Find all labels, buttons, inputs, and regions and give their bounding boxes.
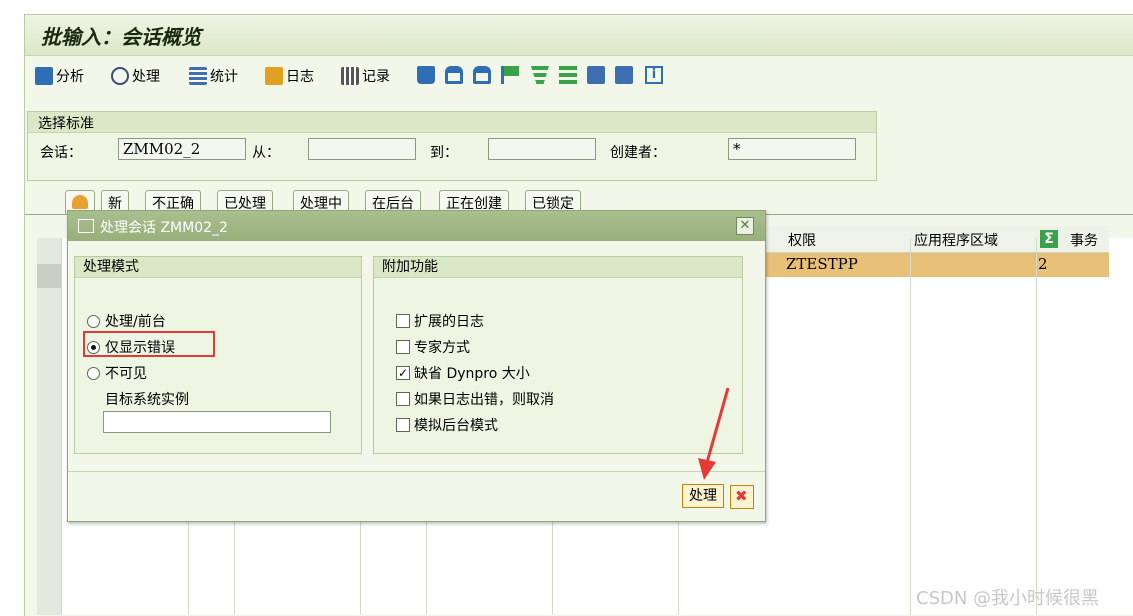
lock-icon[interactable]	[445, 66, 463, 84]
checkbox-extended-log[interactable]	[396, 314, 410, 328]
to-field[interactable]	[488, 138, 596, 160]
checkbox-simulate-background[interactable]	[396, 418, 410, 432]
log-icon	[265, 67, 283, 85]
additional-functions-label: 附加功能	[374, 257, 742, 278]
record-icon	[341, 67, 359, 85]
target-system-input[interactable]	[103, 411, 331, 433]
grid-header: 权限 应用程序区域 Σ 事务	[762, 226, 1109, 253]
to-label: 到：	[430, 145, 458, 161]
dialog-window-icon	[78, 219, 94, 233]
creator-field[interactable]: *	[728, 138, 856, 160]
column-transactions[interactable]: 事务	[1070, 230, 1098, 250]
checkbox-expert-mode[interactable]	[396, 340, 410, 354]
export-icon[interactable]	[587, 66, 605, 84]
from-field[interactable]	[308, 138, 416, 160]
option-simulate-background: 模拟后台模式	[414, 418, 498, 434]
option-extended-log: 扩展的日志	[414, 314, 484, 330]
row-header-column	[37, 238, 62, 615]
info-icon[interactable]: i	[645, 66, 663, 84]
delete-icon[interactable]	[417, 66, 435, 84]
statistics-button[interactable]: 统计	[189, 65, 238, 87]
analyze-button[interactable]: 分析	[35, 65, 84, 87]
page-title: 批输入：会话概览	[41, 25, 201, 49]
import-icon[interactable]	[615, 66, 633, 84]
toolbar: 分析 处理 统计 日志 记录 i	[25, 57, 1133, 93]
processing-mode-label: 处理模式	[75, 257, 361, 278]
watermark: CSDN @我小时候很黑	[916, 588, 1100, 609]
column-authorization[interactable]: 权限	[788, 230, 816, 250]
sort-icon[interactable]	[559, 66, 577, 84]
record-button[interactable]: 记录	[341, 65, 390, 87]
radio-invisible[interactable]	[87, 367, 100, 380]
dialog-title-bar: 处理会话 ZMM02_2 ✕	[68, 211, 765, 241]
checkbox-cancel-on-log-error[interactable]	[396, 392, 410, 406]
selection-criteria-group: 选择标准 会话： ZMM02_2 从： 到： 创建者： *	[27, 111, 877, 181]
analyze-icon	[35, 67, 53, 85]
dialog-title: 处理会话 ZMM02_2	[100, 220, 228, 236]
flag-icon[interactable]	[501, 66, 519, 84]
radio-foreground[interactable]	[87, 315, 100, 328]
highlight-box	[83, 331, 215, 357]
from-label: 从：	[252, 145, 280, 161]
annotation-arrow	[698, 387, 730, 480]
process-toolbar-button[interactable]: 处理	[111, 65, 160, 87]
option-expert-mode: 专家方式	[414, 340, 470, 356]
row-selector[interactable]	[37, 264, 61, 288]
mode-foreground-label: 处理/前台	[105, 314, 166, 330]
processing-mode-group: 处理模式 处理/前台 仅显示错误 不可见 目标系统实例	[74, 256, 362, 454]
row-transactions: 2	[1038, 255, 1048, 273]
row-authorization: ZTESTPP	[786, 255, 858, 273]
option-cancel-on-log-error: 如果日志出错，则取消	[414, 392, 554, 408]
sum-icon[interactable]: Σ	[1040, 230, 1058, 248]
all-sessions-icon	[72, 195, 88, 209]
unlock-icon[interactable]	[473, 66, 491, 84]
checkbox-default-dynpro-size[interactable]: ✓	[396, 366, 410, 380]
session-label: 会话：	[40, 145, 82, 161]
session-field[interactable]: ZMM02_2	[118, 138, 246, 160]
statistics-icon	[189, 67, 207, 85]
process-session-dialog: 处理会话 ZMM02_2 ✕ 处理模式 处理/前台 仅显示错误 不可见 目标系统…	[67, 210, 766, 522]
dialog-close-icon[interactable]: ✕	[736, 217, 754, 235]
log-button[interactable]: 日志	[265, 65, 314, 87]
title-bar: 批输入：会话概览	[25, 15, 1133, 56]
column-application-area[interactable]: 应用程序区域	[914, 230, 998, 250]
mode-invisible-label: 不可见	[105, 366, 147, 382]
creator-label: 创建者：	[610, 145, 666, 161]
process-icon	[111, 67, 129, 85]
target-system-label: 目标系统实例	[105, 392, 189, 408]
option-default-dynpro-size: 缺省 Dynpro 大小	[414, 366, 530, 382]
criteria-group-label: 选择标准	[38, 116, 94, 132]
filter-icon[interactable]	[531, 66, 549, 84]
additional-functions-group: 附加功能 扩展的日志 专家方式 ✓ 缺省 Dynpro 大小 如果日志出错，则取…	[373, 256, 743, 454]
